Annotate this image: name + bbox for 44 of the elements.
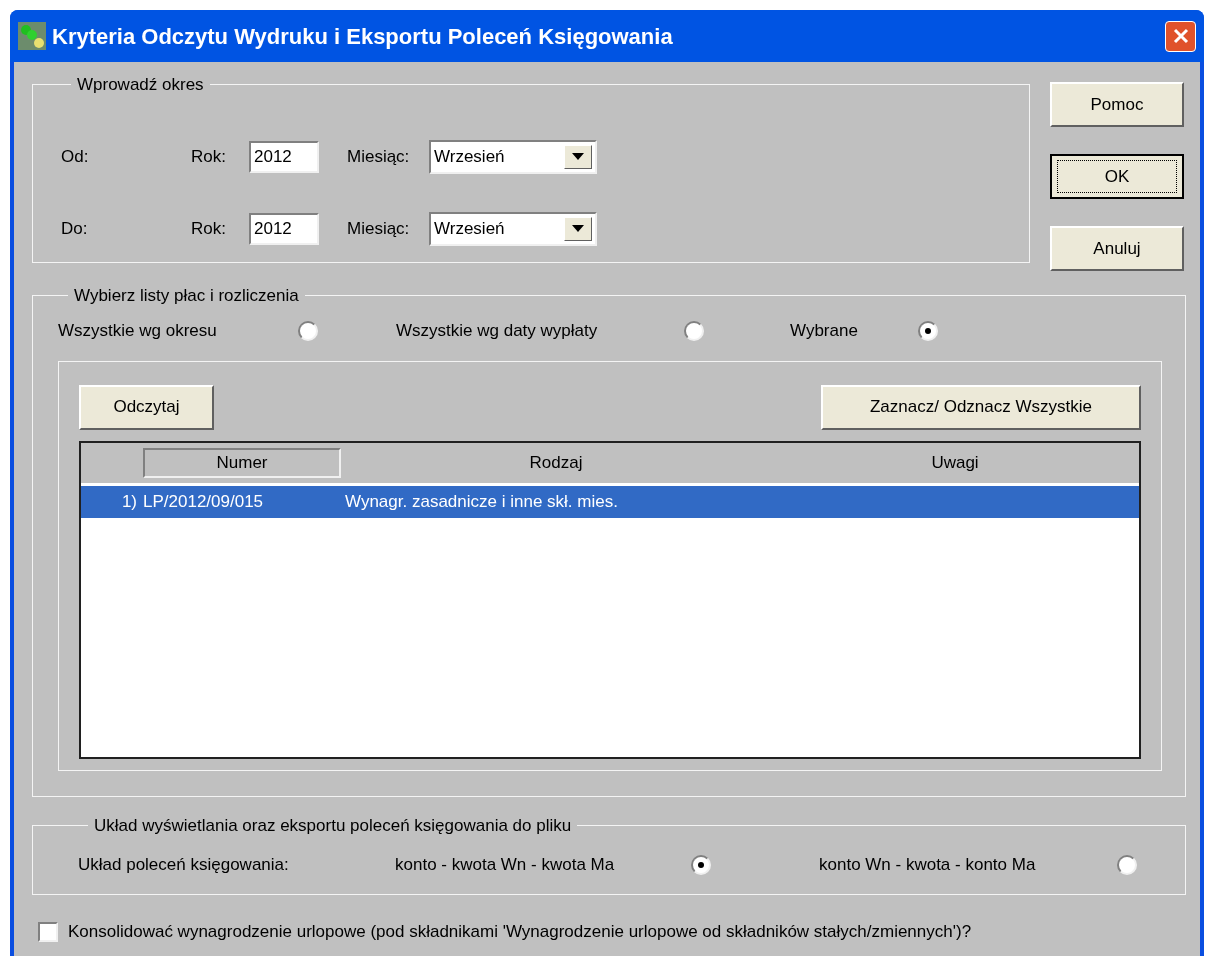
dialog-button[interactable]: Pomoc — [1050, 82, 1184, 127]
group-label: Układ wyświetlania oraz eksportu poleceń księgowania do pliku — [93, 815, 573, 837]
dialog-button[interactable]: Anuluj — [1050, 226, 1184, 271]
table-cell-text: Wynagr. zasadnicze i inne skł. mies. — [344, 490, 619, 513]
dialog-button[interactable]: OK — [1050, 154, 1184, 199]
dropdown-arrow-icon — [572, 225, 584, 232]
year-field[interactable]: 2012 — [249, 212, 319, 245]
option-label: Wybrane — [790, 319, 859, 342]
field-label: Układ poleceń księgowania: — [78, 853, 290, 876]
group-label: Wprowadź okres — [76, 74, 205, 96]
column-header[interactable]: Rodzaj — [341, 449, 771, 476]
column-header[interactable]: Numer — [143, 447, 341, 478]
field-label: Rok: — [191, 217, 227, 240]
column-header[interactable]: Uwagi — [771, 449, 1139, 476]
table-cell-text: LP/2012/09/015 — [143, 490, 265, 513]
checkbox[interactable] — [38, 921, 58, 942]
option-label: Wszystkie wg okresu — [58, 319, 218, 342]
read-button[interactable]: Odczytaj — [79, 384, 214, 430]
radio-button[interactable] — [918, 320, 938, 341]
close-button[interactable] — [1165, 20, 1196, 52]
month-dropdown[interactable]: Wrzesień — [429, 139, 597, 174]
group-label: Wybierz listy płac i rozliczenia — [73, 285, 300, 307]
radio-button[interactable] — [684, 320, 704, 341]
option-label: Wszystkie wg daty wypłaty — [396, 319, 599, 342]
field-label: Miesiąc: — [347, 145, 411, 168]
field-label: Do: — [61, 217, 89, 240]
close-icon — [1171, 27, 1190, 45]
table-row[interactable]: 1) LP/2012/09/015 Wynagr. zasadnicze i inne skł. mies. — [81, 485, 1139, 518]
window-title: Kryteria Odczytu Wydruku i Eksportu Poleceń Księgowania — [52, 22, 673, 51]
radio-button[interactable] — [298, 320, 318, 341]
field-label: Rok: — [191, 145, 227, 168]
field-label: Miesiąc: — [347, 217, 411, 240]
table-cell-text: 1) — [120, 490, 138, 513]
radio-button[interactable] — [1117, 854, 1137, 875]
dropdown-arrow-icon — [572, 153, 584, 160]
radio-button[interactable] — [691, 854, 711, 875]
select-all-button[interactable]: Zaznacz/ Odznacz Wszystkie — [821, 384, 1141, 430]
option-label: konto Wn - kwota - konto Ma — [819, 853, 1037, 876]
app-icon — [18, 22, 46, 50]
field-label: Od: — [61, 145, 90, 168]
option-label: konto - kwota Wn - kwota Ma — [395, 853, 616, 876]
month-dropdown[interactable]: Wrzesień — [429, 211, 597, 246]
year-field[interactable]: 2012 — [249, 140, 319, 173]
checkbox-label: Konsolidować wynagrodzenie urlopowe (pod składnikami 'Wynagrodzenie urlopowe od składników stałych/zmiennych')? — [68, 921, 972, 943]
